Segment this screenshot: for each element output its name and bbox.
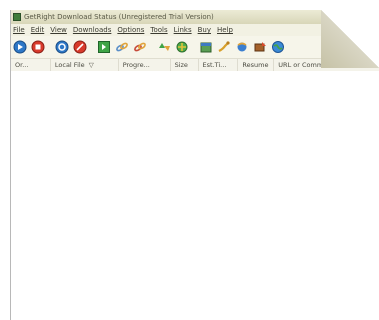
menu-downloads[interactable]: Downloads (73, 26, 111, 34)
edit-link-icon[interactable] (133, 40, 147, 54)
download-list-area[interactable] (11, 71, 379, 320)
connect-icon[interactable] (217, 40, 231, 54)
menu-edit[interactable]: Edit (31, 26, 45, 34)
link-icon[interactable] (115, 40, 129, 54)
page-curl-corner (321, 10, 379, 68)
column-resume-label: Resume (242, 61, 269, 69)
cancel-icon[interactable] (73, 40, 87, 54)
column-header-size[interactable]: Size (171, 59, 199, 71)
window-title: GetRight Download Status (Unregistered T… (24, 13, 214, 21)
move-down-icon[interactable] (175, 40, 189, 54)
column-est-time-label: Est.Ti... (202, 61, 227, 69)
column-header-progress[interactable]: Progre... (119, 59, 171, 71)
column-order-label: Or... (15, 61, 29, 69)
menu-view[interactable]: View (50, 26, 67, 34)
settings-icon[interactable] (235, 40, 249, 54)
start-download-icon[interactable] (13, 40, 27, 54)
getright-download-status-window: GetRight Download Status (Unregistered T… (10, 10, 379, 320)
menu-tools[interactable]: Tools (150, 26, 167, 34)
menu-file[interactable]: File (13, 26, 25, 34)
menu-links[interactable]: Links (174, 26, 192, 34)
stop-download-icon[interactable] (31, 40, 45, 54)
getright-app-icon (13, 13, 21, 21)
resume-icon[interactable] (55, 40, 69, 54)
menu-help[interactable]: Help (217, 26, 233, 34)
column-header-resume[interactable]: Resume (238, 59, 275, 71)
screenshot-stage: GetRight Download Status (Unregistered T… (0, 0, 379, 320)
column-header-order[interactable]: Or... (11, 59, 51, 71)
schedule-icon[interactable] (199, 40, 213, 54)
move-up-icon[interactable] (157, 40, 171, 54)
menu-buy[interactable]: Buy (198, 26, 211, 34)
column-header-local-file[interactable]: Local File ▽ (51, 59, 119, 71)
sort-indicator-icon: ▽ (88, 61, 94, 69)
column-progress-label: Progre... (122, 61, 150, 69)
menu-options[interactable]: Options (117, 26, 144, 34)
column-local-file-label: Local File (54, 61, 85, 69)
unzip-icon[interactable] (253, 40, 267, 54)
column-header-est-time[interactable]: Est.Ti... (199, 59, 239, 71)
globe-icon[interactable] (271, 40, 285, 54)
add-download-icon[interactable] (97, 40, 111, 54)
column-size-label: Size (174, 61, 188, 69)
